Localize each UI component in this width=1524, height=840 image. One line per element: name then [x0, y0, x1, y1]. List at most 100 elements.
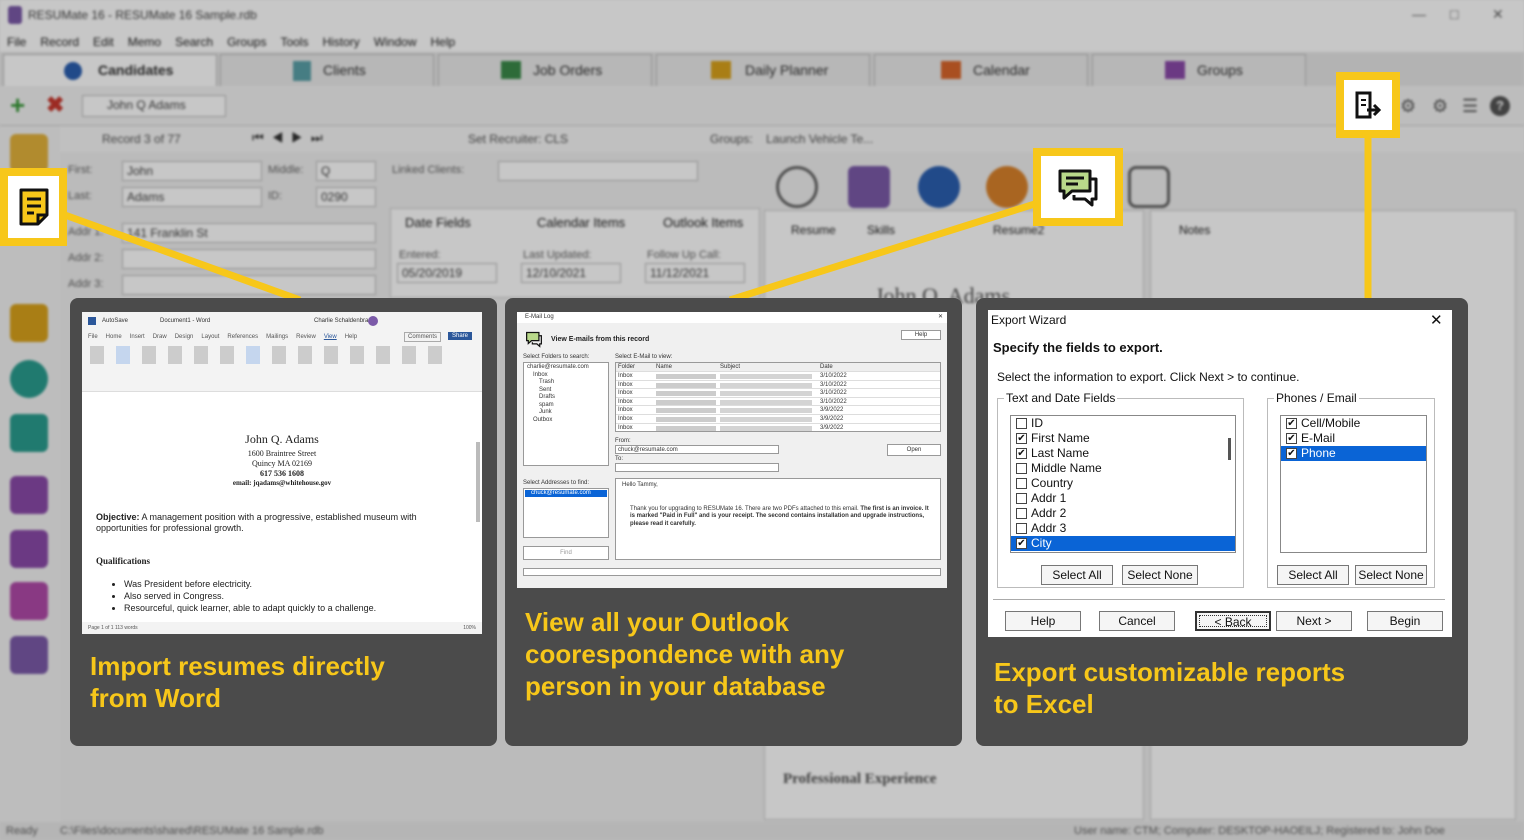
- switch-windows-icon[interactable]: [376, 346, 390, 364]
- to-field[interactable]: [615, 463, 779, 472]
- show-icon[interactable]: [298, 346, 312, 364]
- checkbox[interactable]: [1016, 418, 1027, 429]
- folder-item[interactable]: Inbox: [527, 372, 605, 380]
- text-select-all-button[interactable]: Select All: [1041, 565, 1113, 585]
- address-item[interactable]: chuck@resumate.com: [525, 490, 607, 497]
- folder-item[interactable]: Drafts: [527, 394, 605, 402]
- folder-item[interactable]: Sent: [527, 387, 605, 395]
- text-field-item[interactable]: ✔ First Name: [1011, 431, 1235, 446]
- focus-icon[interactable]: [194, 346, 208, 364]
- wizard-help-button[interactable]: Help: [1005, 611, 1081, 631]
- column-subject[interactable]: Subject: [720, 363, 820, 371]
- email-row[interactable]: Inbox 3/9/2022: [616, 405, 940, 414]
- outline-icon[interactable]: [168, 346, 182, 364]
- word-titlebar: AutoSave Document1 - Word Charlie Schald…: [82, 312, 482, 330]
- word-comments-button[interactable]: Comments: [404, 332, 442, 342]
- word-tab-insert[interactable]: Insert: [130, 334, 145, 340]
- phone-field-item[interactable]: ✔ Cell/Mobile: [1281, 416, 1426, 431]
- field-label: Middle Name: [1031, 461, 1102, 475]
- phone-fields-list[interactable]: ✔ Cell/Mobile ✔ E-Mail ✔ Phone: [1280, 415, 1427, 553]
- email-row[interactable]: Inbox 3/9/2022: [616, 413, 940, 423]
- word-tab-view[interactable]: View: [324, 334, 337, 340]
- text-field-item[interactable]: ID: [1011, 416, 1235, 431]
- text-fields-scrollbar[interactable]: [1228, 438, 1231, 460]
- folder-account[interactable]: charlie@resumate.com: [527, 364, 605, 372]
- column-date[interactable]: Date: [820, 363, 860, 371]
- checkbox[interactable]: [1016, 463, 1027, 474]
- checkbox[interactable]: ✔: [1286, 448, 1297, 459]
- email-row[interactable]: Inbox 3/10/2022: [616, 371, 940, 380]
- column-name[interactable]: Name: [656, 363, 720, 371]
- vertical-icon[interactable]: [246, 346, 260, 364]
- checkbox[interactable]: [1016, 523, 1027, 534]
- word-tab-help[interactable]: Help: [345, 334, 357, 340]
- folder-tree[interactable]: charlie@resumate.com Inbox Trash Sent Dr…: [523, 362, 609, 466]
- folder-item[interactable]: spam: [527, 402, 605, 410]
- word-tab-draw[interactable]: Draw: [153, 334, 167, 340]
- wizard-begin-button[interactable]: Begin: [1367, 611, 1443, 631]
- email-row[interactable]: Inbox 3/10/2022: [616, 379, 940, 389]
- text-field-item[interactable]: ✔ City: [1011, 536, 1235, 551]
- word-tab-layout[interactable]: Layout: [201, 334, 219, 340]
- text-field-item[interactable]: Country: [1011, 476, 1235, 491]
- word-tab-file[interactable]: File: [88, 334, 98, 340]
- checkbox[interactable]: ✔: [1286, 433, 1297, 444]
- email-row[interactable]: Inbox 3/10/2022: [616, 388, 940, 397]
- folder-item[interactable]: Outbox: [527, 417, 605, 425]
- email-log-close-icon[interactable]: ✕: [938, 313, 943, 320]
- checkbox[interactable]: ✔: [1286, 418, 1297, 429]
- email-row[interactable]: Inbox 3/10/2022: [616, 396, 940, 406]
- wizard-next-button[interactable]: Next >: [1276, 611, 1352, 631]
- text-field-item[interactable]: Addr 1: [1011, 491, 1235, 506]
- new-window-icon[interactable]: [350, 346, 364, 364]
- column-folder[interactable]: Folder: [616, 363, 656, 371]
- checkbox[interactable]: ✔: [1016, 448, 1027, 459]
- text-fields-list[interactable]: ID ✔ First Name ✔ Last Name Middle Name Countr…: [1010, 415, 1236, 553]
- folder-item[interactable]: Trash: [527, 379, 605, 387]
- checkbox[interactable]: ✔: [1016, 538, 1027, 549]
- from-field[interactable]: chuck@resumate.com: [615, 445, 779, 454]
- checkbox[interactable]: [1016, 508, 1027, 519]
- zoom-icon[interactable]: [324, 346, 338, 364]
- checkbox[interactable]: ✔: [1016, 433, 1027, 444]
- email-body[interactable]: Hello Tammy, Thank you for upgrading to …: [615, 478, 941, 560]
- word-document[interactable]: John Q. Adams 1600 Braintree Street Quin…: [82, 392, 482, 622]
- word-tab-review[interactable]: Review: [296, 334, 316, 340]
- word-tab-design[interactable]: Design: [175, 334, 194, 340]
- web-layout-icon[interactable]: [142, 346, 156, 364]
- wizard-cancel-button[interactable]: Cancel: [1099, 611, 1175, 631]
- email-row-date: 3/9/2022: [820, 415, 844, 422]
- immersive-reader-icon[interactable]: [220, 346, 234, 364]
- read-mode-icon[interactable]: [90, 346, 104, 364]
- word-share-button[interactable]: Share: [448, 332, 473, 340]
- phone-select-all-button[interactable]: Select All: [1277, 565, 1349, 585]
- find-button[interactable]: Find: [523, 546, 609, 560]
- wizard-back-button[interactable]: < Back: [1195, 611, 1271, 631]
- text-field-item[interactable]: ✔ Last Name: [1011, 446, 1235, 461]
- email-log-help-button[interactable]: Help: [901, 330, 941, 340]
- email-row[interactable]: Inbox 3/9/2022: [616, 422, 940, 431]
- text-field-item[interactable]: Middle Name: [1011, 461, 1235, 476]
- macros-icon[interactable]: [402, 346, 416, 364]
- word-tab-home[interactable]: Home: [106, 334, 122, 340]
- text-field-item[interactable]: Addr 2: [1011, 506, 1235, 521]
- print-layout-icon[interactable]: [116, 346, 130, 364]
- word-scrollbar[interactable]: [476, 442, 480, 522]
- text-field-item[interactable]: Addr 3: [1011, 521, 1235, 536]
- side-to-side-icon[interactable]: [272, 346, 286, 364]
- text-select-none-button[interactable]: Select None: [1122, 565, 1198, 585]
- word-tab-mailings[interactable]: Mailings: [266, 334, 288, 340]
- field-label: Phone: [1301, 446, 1336, 460]
- phone-field-item[interactable]: ✔ E-Mail: [1281, 431, 1426, 446]
- checkbox[interactable]: [1016, 493, 1027, 504]
- address-list[interactable]: chuck@resumate.com: [523, 488, 609, 538]
- word-tab-references[interactable]: References: [227, 334, 258, 340]
- phone-field-item[interactable]: ✔ Phone: [1281, 446, 1426, 461]
- folder-item[interactable]: Junk: [527, 409, 605, 417]
- export-wizard-close-icon[interactable]: ✕: [1430, 311, 1443, 329]
- email-list[interactable]: Folder Name Subject Date Inbox 3/10/2022 I…: [615, 362, 941, 432]
- phone-select-none-button[interactable]: Select None: [1355, 565, 1427, 585]
- checkbox[interactable]: [1016, 478, 1027, 489]
- open-button[interactable]: Open: [887, 444, 941, 456]
- properties-icon[interactable]: [428, 346, 442, 364]
